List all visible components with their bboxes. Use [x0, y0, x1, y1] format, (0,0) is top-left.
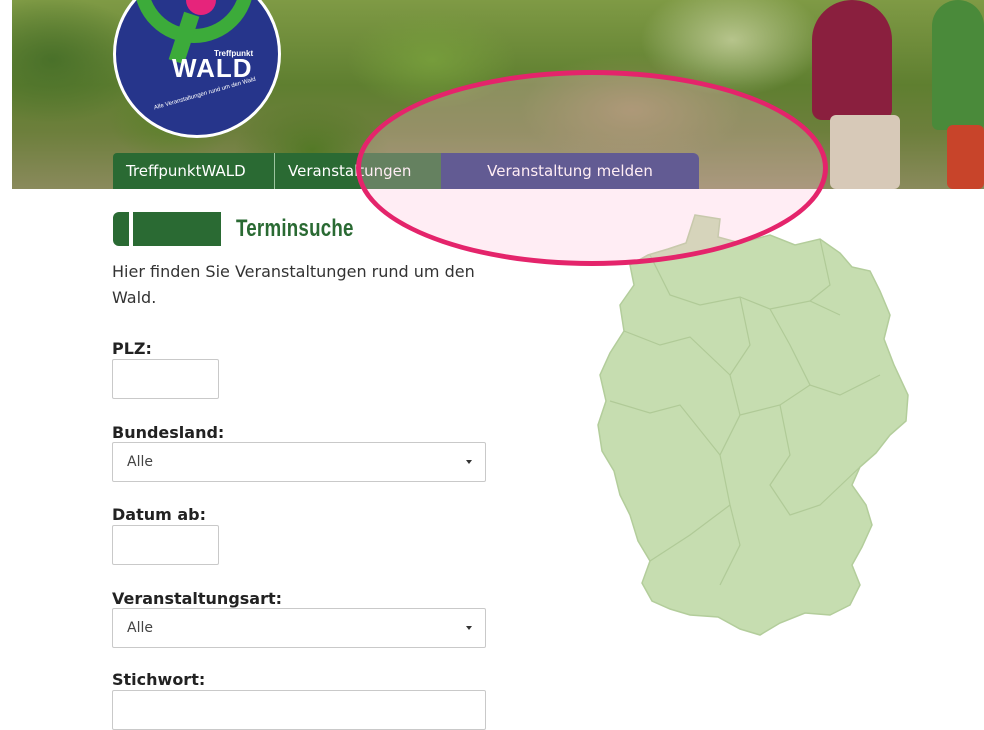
heading-decoration-left: [113, 212, 129, 246]
hiker-backpack-green: [932, 0, 984, 130]
nav-item-veranstaltungen[interactable]: Veranstaltungen: [275, 153, 441, 189]
stichwort-label: Stichwort:: [112, 670, 206, 689]
hiker-legs: [830, 115, 900, 189]
caret-down-icon: [466, 460, 472, 464]
hiker-shirt-orange: [947, 125, 984, 189]
nav-item-treffpunktwald[interactable]: TreffpunktWALD: [113, 153, 275, 189]
nav-item-veranstaltung-melden[interactable]: Veranstaltung melden: [441, 153, 699, 189]
main-nav: TreffpunktWALD Veranstaltungen Veranstal…: [113, 153, 699, 189]
intro-text: Hier finden Sie Veranstaltungen rund um …: [112, 262, 475, 307]
bundesland-select-value: Alle: [127, 454, 153, 470]
bundesland-label: Bundesland:: [112, 423, 225, 442]
germany-map-shape[interactable]: [597, 214, 909, 636]
datum-label: Datum ab:: [112, 505, 207, 524]
germany-map[interactable]: [590, 205, 920, 645]
stichwort-input[interactable]: [112, 690, 486, 730]
heading-decoration-block: [133, 212, 221, 246]
veranstaltungsart-select-value: Alle: [127, 620, 153, 636]
caret-down-icon: [466, 626, 472, 630]
page-title: Terminsuche: [236, 215, 354, 242]
hiker-backpack-red: [812, 0, 892, 120]
bundesland-select[interactable]: Alle: [112, 442, 486, 482]
plz-input[interactable]: [112, 359, 219, 399]
plz-label: PLZ:: [112, 339, 152, 358]
datum-input[interactable]: [112, 525, 219, 565]
veranstaltungsart-label: Veranstaltungsart:: [112, 589, 283, 608]
logo-big-text: WALD: [172, 53, 253, 83]
veranstaltungsart-select[interactable]: Alle: [112, 608, 486, 648]
